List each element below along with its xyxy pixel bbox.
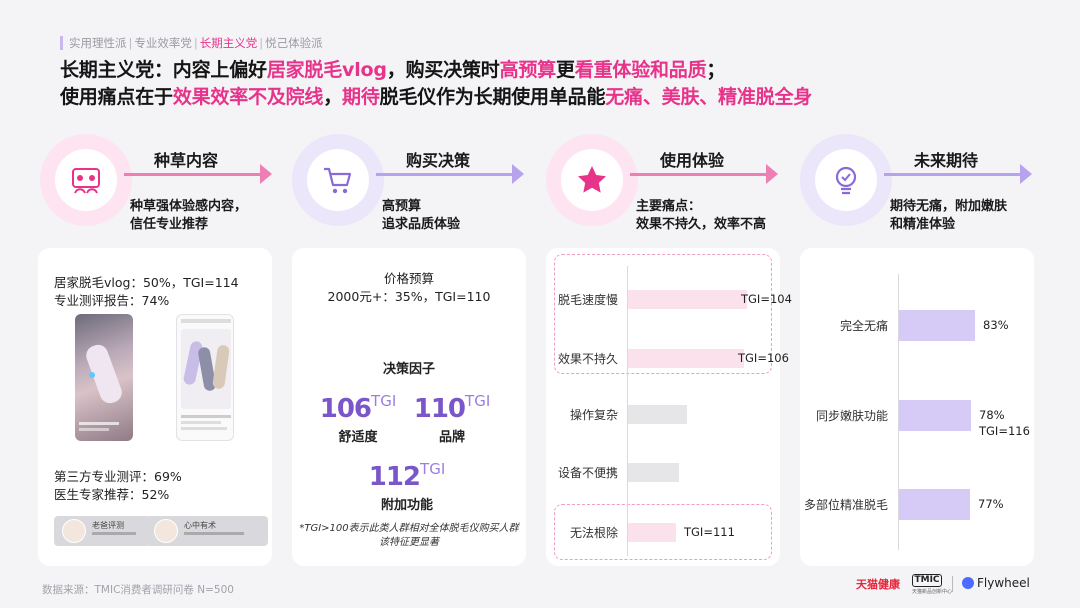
tgi-note-line-2: 该特征更显著 <box>379 537 439 548</box>
bar-category-label: 同步嫩肤功能 <box>815 409 888 423</box>
video-thumbnail-1 <box>75 314 133 441</box>
stage-0: 种草内容种草强体验感内容， 信任专业推荐 <box>40 134 280 244</box>
stage-desc: 主要痛点： 效果不持久，效率不高 <box>636 199 767 232</box>
bar <box>628 463 679 482</box>
content-icon <box>55 149 117 211</box>
bar-category-label: 完全无痛 <box>839 319 888 333</box>
card-content-seeding: 居家脱毛vlog：50%，TGI=114 专业测评报告：74% 第三方专业测评：… <box>38 248 272 566</box>
tgi-note-line-1: *TGI>100表示此类人群相对全体脱毛仪购买人群 <box>299 523 519 534</box>
factors-title: 决策因子 <box>382 362 435 377</box>
kol-card-2: 心中有术 <box>146 516 268 546</box>
star-icon <box>561 149 623 211</box>
headline-segment: 看重体验和品质 <box>574 59 707 81</box>
avatar <box>154 519 178 543</box>
tab-2[interactable]: 长期主义党 <box>200 36 258 50</box>
bar <box>628 523 676 542</box>
bar <box>628 405 687 424</box>
tab-separator: | <box>128 36 133 50</box>
tab-separator: | <box>193 36 198 50</box>
bar-category-label: 无法根除 <box>569 526 618 540</box>
tab-1[interactable]: 专业效率党 <box>134 36 192 50</box>
headline-segment: 效果效率不及院线 <box>172 86 324 108</box>
bar-value-label: TGI=106 <box>738 351 789 365</box>
headline-segment: 无痛、美肤、精准脱全身 <box>605 86 813 108</box>
logo-tmall-health: 天猫健康 <box>856 578 900 591</box>
bar <box>899 489 970 520</box>
headline-segment: 居家脱毛vlog <box>266 59 387 81</box>
bar-value-label: TGI=104 <box>741 292 792 306</box>
bar-category-label: 多部位精准脱毛 <box>803 498 888 512</box>
factor-extra-function: 112TGI 附加功能 <box>368 460 446 513</box>
arrow-icon <box>766 164 778 184</box>
bar <box>628 290 747 309</box>
bar-category-label: 效果不持久 <box>557 352 618 366</box>
headline-segment: 使用痛点在于 <box>60 86 173 108</box>
headline-segment: ， <box>323 86 343 108</box>
tab-3[interactable]: 悦己体验派 <box>265 36 323 50</box>
factor-brand: 110TGI 品牌 <box>413 392 491 445</box>
segment-tabs: 实用理性派 | 专业效率党 | 长期主义党 | 悦己体验派 <box>60 36 323 50</box>
tab-separator: | <box>259 36 264 50</box>
headline-segment: ； <box>706 59 726 81</box>
stage-title: 种草内容 <box>154 151 219 170</box>
stage-desc: 种草强体验感内容， 信任专业推荐 <box>130 199 248 232</box>
stat-vlog: 居家脱毛vlog：50%，TGI=114 <box>54 275 239 290</box>
avatar <box>62 519 86 543</box>
stage-desc: 高预算 追求品质体验 <box>382 199 461 232</box>
arrow-icon <box>260 164 272 184</box>
card-usage-pain-points: 脱毛速度慢 TGI=104 效果不持久 TGI=106 操作复杂设备不便携无法根除 TGI… <box>546 248 792 566</box>
bar-value-label: TGI=111 <box>684 525 735 539</box>
cart-icon <box>307 149 369 211</box>
headline-segment: 更 <box>555 59 575 81</box>
flywheel-icon <box>962 577 974 589</box>
headline-segment: 高预算 <box>499 59 557 81</box>
bar <box>899 310 975 341</box>
arrow-icon <box>1020 164 1032 184</box>
logo-flywheel: Flywheel <box>977 576 1030 590</box>
headline-segment: 脱毛仪作为长期使用单品能 <box>379 86 606 108</box>
bar <box>899 400 971 431</box>
stage-2: 使用体验主要痛点： 效果不持久，效率不高 <box>546 134 786 244</box>
bar-category-label: 脱毛速度慢 <box>557 293 618 307</box>
bar-value-label: 78% <box>979 408 1005 422</box>
headline-line-2: 使用痛点在于效果效率不及院线，期待脱毛仪作为长期使用单品能无痛、美肤、精准脱全身 <box>60 84 1060 111</box>
bar-category-label: 设备不便携 <box>557 466 618 480</box>
tab-0[interactable]: 实用理性派 <box>69 36 127 50</box>
factor-comfort: 106TGI 舒适度 <box>319 392 397 445</box>
bar-value-label: 77% <box>978 497 1004 511</box>
budget-label: 价格预算 <box>383 271 434 286</box>
stat-third-party-review: 第三方专业测评：69% <box>54 469 182 484</box>
headline-segment: ，购买决策时 <box>386 59 500 81</box>
stage-1: 购买决策高预算 追求品质体验 <box>292 134 532 244</box>
bar-category-label: 操作复杂 <box>569 408 618 422</box>
bar-tgi-label: TGI=116 <box>979 424 1030 438</box>
arrow-icon <box>512 164 524 184</box>
card-purchase-decision: 价格预算 2000元+：35%，TGI=110 决策因子 106TGI 舒适度 … <box>292 248 526 566</box>
stage-title: 购买决策 <box>406 151 471 170</box>
post-thumbnail-2 <box>176 314 234 441</box>
page-headline: 长期主义党：内容上偏好居家脱毛vlog，购买决策时高预算更看重体验和品质； 使用… <box>60 57 1060 111</box>
headline-segment: 长期主义党：内容上偏好 <box>60 59 267 81</box>
bar-value-label: 83% <box>983 318 1009 332</box>
stat-doctor-recommend: 医生专家推荐：52% <box>54 487 170 502</box>
kol-card-1: 老爸评测 <box>54 516 150 546</box>
stage-3: 未来期待期待无痛，附加嫩肤 和精准体验 <box>800 134 1040 244</box>
stat-review-report: 专业测评报告：74% <box>54 293 170 308</box>
headline-line-1: 长期主义党：内容上偏好居家脱毛vlog，购买决策时高预算更看重体验和品质； <box>60 57 1060 84</box>
stage-desc: 期待无痛，附加嫩肤 和精准体验 <box>890 199 1008 232</box>
stage-title: 使用体验 <box>660 151 725 170</box>
bulb-icon <box>815 149 877 211</box>
data-source: 数据来源：TMIC消费者调研问卷 N=500 <box>42 584 234 596</box>
stage-title: 未来期待 <box>914 151 979 170</box>
headline-segment: 期待 <box>342 86 380 108</box>
budget-value: 2000元+：35%，TGI=110 <box>327 289 491 304</box>
bar <box>628 349 744 368</box>
logo-tmic: TMIC 天猫新品创新中心 <box>912 574 953 595</box>
card-future-expectations: 完全无痛 83% 同步嫩肤功能 78% TGI=116 多部位精准脱毛 77% <box>800 248 1034 566</box>
